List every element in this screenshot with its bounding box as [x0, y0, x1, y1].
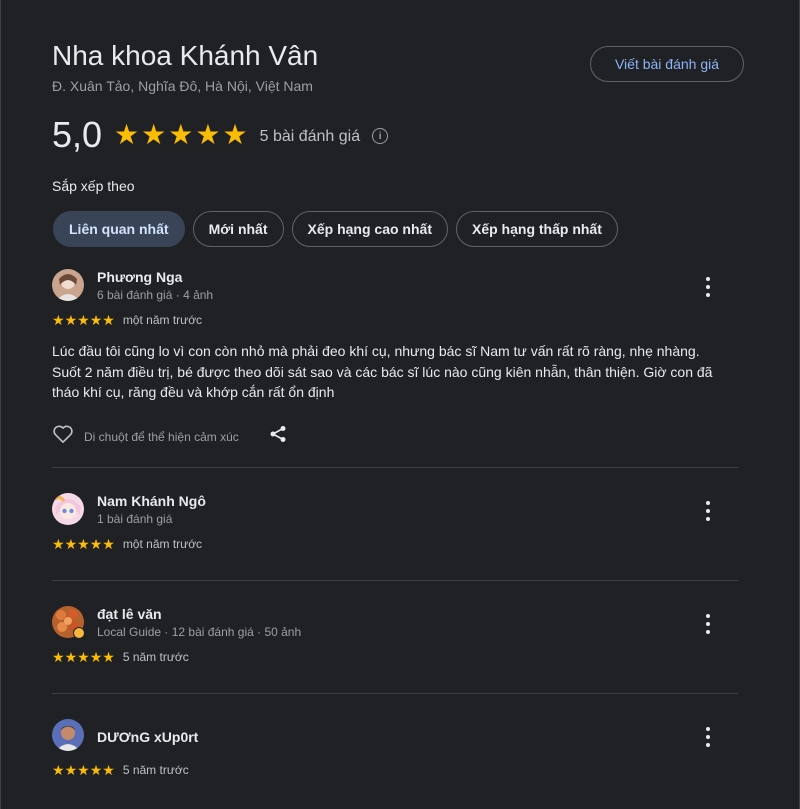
sort-chip-highest[interactable]: Xếp hạng cao nhất: [291, 211, 448, 247]
avatar[interactable]: [52, 269, 84, 301]
sort-chip-relevant[interactable]: Liên quan nhất: [53, 211, 185, 247]
place-address: Đ. Xuân Tảo, Nghĩa Đô, Hà Nội, Việt Nam: [52, 78, 313, 94]
avatar[interactable]: [52, 719, 84, 751]
review-card: đạt lê văn Local Guide · 12 bài đánh giá…: [52, 606, 738, 676]
reviewer-name[interactable]: Nam Khánh Ngô: [97, 493, 206, 509]
review-date: một năm trước: [122, 537, 203, 551]
more-options-icon[interactable]: [700, 501, 716, 521]
reviewer-meta: 6 bài đánh giá · 4 ảnh: [97, 288, 214, 302]
review-rating: ★ ★ ★ ★ ★ 5 năm trước: [52, 650, 189, 664]
review-stars: ★ ★ ★ ★ ★: [52, 649, 115, 665]
write-review-button[interactable]: Viết bài đánh giá: [590, 46, 744, 82]
review-text: Lúc đầu tôi cũng lo vì con còn nhỏ mà ph…: [52, 343, 713, 400]
reaction-hint: Di chuột để thể hiện cảm xúc: [84, 429, 239, 444]
review-date: 5 năm trước: [122, 650, 189, 664]
reviewer-meta: 1 bài đánh giá: [97, 512, 173, 526]
review-card: Nam Khánh Ngô 1 bài đánh giá ★ ★ ★ ★ ★ một n…: [52, 493, 738, 563]
rating-value: 5,0: [52, 114, 103, 155]
sort-chip-lowest[interactable]: Xếp hạng thấp nhất: [455, 211, 618, 247]
reviewer-name[interactable]: Phương Nga: [97, 269, 182, 285]
more-options-icon[interactable]: [700, 277, 716, 297]
review-actions: Di chuột để thể hiện cảm xúc: [52, 424, 287, 449]
share-icon[interactable]: [269, 425, 287, 448]
review-stars: ★ ★ ★ ★ ★: [52, 312, 115, 328]
review-rating: ★ ★ ★ ★ ★ một năm trước: [52, 313, 202, 327]
reviewer-name[interactable]: đạt lê văn: [97, 606, 162, 622]
rating-stars: ★ ★ ★ ★ ★: [114, 121, 248, 149]
star-icon: ★: [222, 119, 248, 150]
local-guide-badge-icon: [73, 627, 85, 639]
heart-icon[interactable]: [52, 424, 74, 449]
info-icon[interactable]: i: [372, 128, 389, 144]
sort-label: Sắp xếp theo: [52, 178, 135, 194]
review-card: Phương Nga 6 bài đánh giá · 4 ảnh ★ ★ ★ ★ ★ …: [52, 269, 738, 459]
review-rating: ★ ★ ★ ★ ★ một năm trước: [52, 537, 202, 551]
review-card: DƯƠnG xUp0rt ★ ★ ★ ★ ★ 5 năm trước: [52, 719, 738, 789]
star-icon: ★: [141, 119, 167, 150]
rating-summary: 5,0 ★ ★ ★ ★ ★ 5 bài đánh giá i: [52, 112, 389, 158]
review-date: 5 năm trước: [122, 763, 189, 777]
review-rating: ★ ★ ★ ★ ★ 5 năm trước: [52, 763, 189, 777]
more-options-icon[interactable]: [700, 614, 716, 634]
place-title: Nha khoa Khánh Vân: [52, 40, 319, 71]
star-icon: ★: [114, 119, 140, 150]
divider: [52, 580, 738, 581]
star-icon: ★: [195, 119, 221, 150]
sort-chip-newest[interactable]: Mới nhất: [192, 211, 284, 247]
divider: [52, 693, 738, 694]
reviewer-meta: Local Guide · 12 bài đánh giá · 50 ảnh: [97, 625, 302, 639]
review-count: 5 bài đánh giá: [259, 128, 361, 145]
divider: [52, 467, 738, 468]
sort-chips: Liên quan nhất Mới nhất Xếp hạng cao nhấ…: [53, 211, 618, 247]
star-icon: ★: [168, 119, 194, 150]
review-date: một năm trước: [122, 313, 203, 327]
review-stars: ★ ★ ★ ★ ★: [52, 536, 115, 552]
more-options-icon[interactable]: [700, 727, 716, 747]
review-stars: ★ ★ ★ ★ ★: [52, 762, 115, 778]
avatar[interactable]: [52, 493, 84, 525]
reviewer-name[interactable]: DƯƠnG xUp0rt: [97, 729, 198, 745]
